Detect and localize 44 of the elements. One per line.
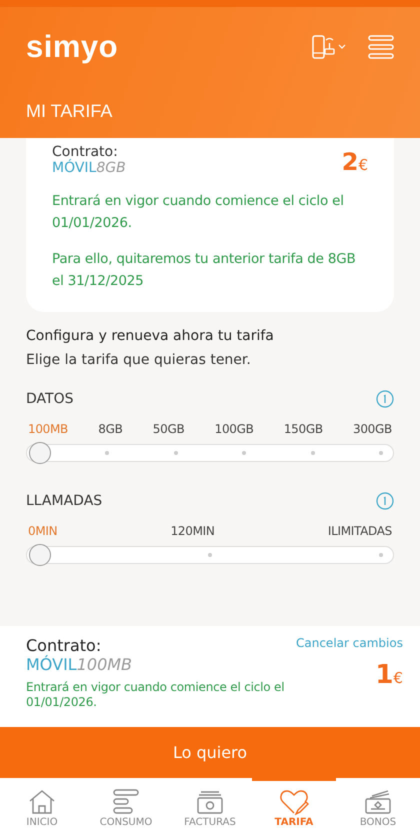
house-icon — [28, 789, 56, 815]
plan-detail: 8GB — [96, 160, 126, 176]
slider-option[interactable]: 150GB — [284, 422, 323, 436]
plan-detail: 100MB — [76, 655, 132, 674]
slider-option[interactable]: 120MIN — [170, 524, 215, 538]
bars-icon — [112, 789, 140, 815]
slider-option[interactable]: 300GB — [353, 422, 392, 436]
info-note: Para ello, quitaremos tu anterior tarifa de 8GB el 31/12/2025 — [52, 250, 357, 291]
section-title: Configura y renueva ahora tu tarifa — [26, 328, 275, 344]
slider-option[interactable]: 8GB — [98, 422, 123, 436]
info-note: Entrará en vigor cuando comience el ciclo el 01/01/2026. — [52, 192, 345, 233]
info-icon[interactable] — [376, 492, 394, 510]
price: 2€ — [342, 148, 368, 176]
nav-tab[interactable]: TARIFA — [252, 778, 336, 832]
slider-option[interactable]: 50GB — [152, 422, 184, 436]
slider-handle[interactable] — [29, 544, 51, 566]
slider-title: DATOS — [26, 391, 74, 407]
heart-pencil-icon — [279, 789, 309, 815]
info-icon[interactable] — [376, 390, 394, 408]
cancel-link[interactable]: Cancelar cambios — [296, 636, 403, 650]
plan-name: MÓVIL — [52, 160, 96, 176]
price: 1€ — [375, 660, 403, 690]
page-title: MI TARIFA — [25, 101, 114, 122]
nav-tab[interactable]: FACTURAS — [168, 778, 252, 832]
logo: simyo — [26, 29, 118, 65]
slider-option[interactable]: 100GB — [214, 422, 254, 436]
cash-icon — [196, 789, 224, 815]
slider-option[interactable]: 0MIN — [28, 524, 58, 538]
section-subtitle: Elige la tarifa que quieras tener. — [26, 352, 252, 368]
phone-router-icon[interactable] — [312, 34, 348, 60]
card-icon — [364, 789, 392, 815]
nav-tab[interactable]: INICIO — [0, 778, 84, 832]
slider-title: LLAMADAS — [26, 493, 102, 509]
contract-label: Contrato: — [52, 144, 119, 160]
confirm-button[interactable]: Lo quiero — [0, 727, 420, 778]
menu-icon[interactable] — [368, 34, 394, 60]
slider-handle[interactable] — [29, 442, 51, 464]
slider-option[interactable]: 100MB — [28, 422, 68, 436]
contract-label: Contrato: — [26, 636, 102, 655]
plan-name: MÓVIL — [26, 655, 77, 674]
info-note: Entrará en vigor cuando comience el ciclo el 01/01/2026. — [26, 680, 286, 710]
slider-option[interactable]: ILIMITADAS — [328, 524, 392, 538]
nav-tab[interactable]: CONSUMO — [84, 778, 168, 832]
nav-tab[interactable]: BONOS — [336, 778, 420, 832]
